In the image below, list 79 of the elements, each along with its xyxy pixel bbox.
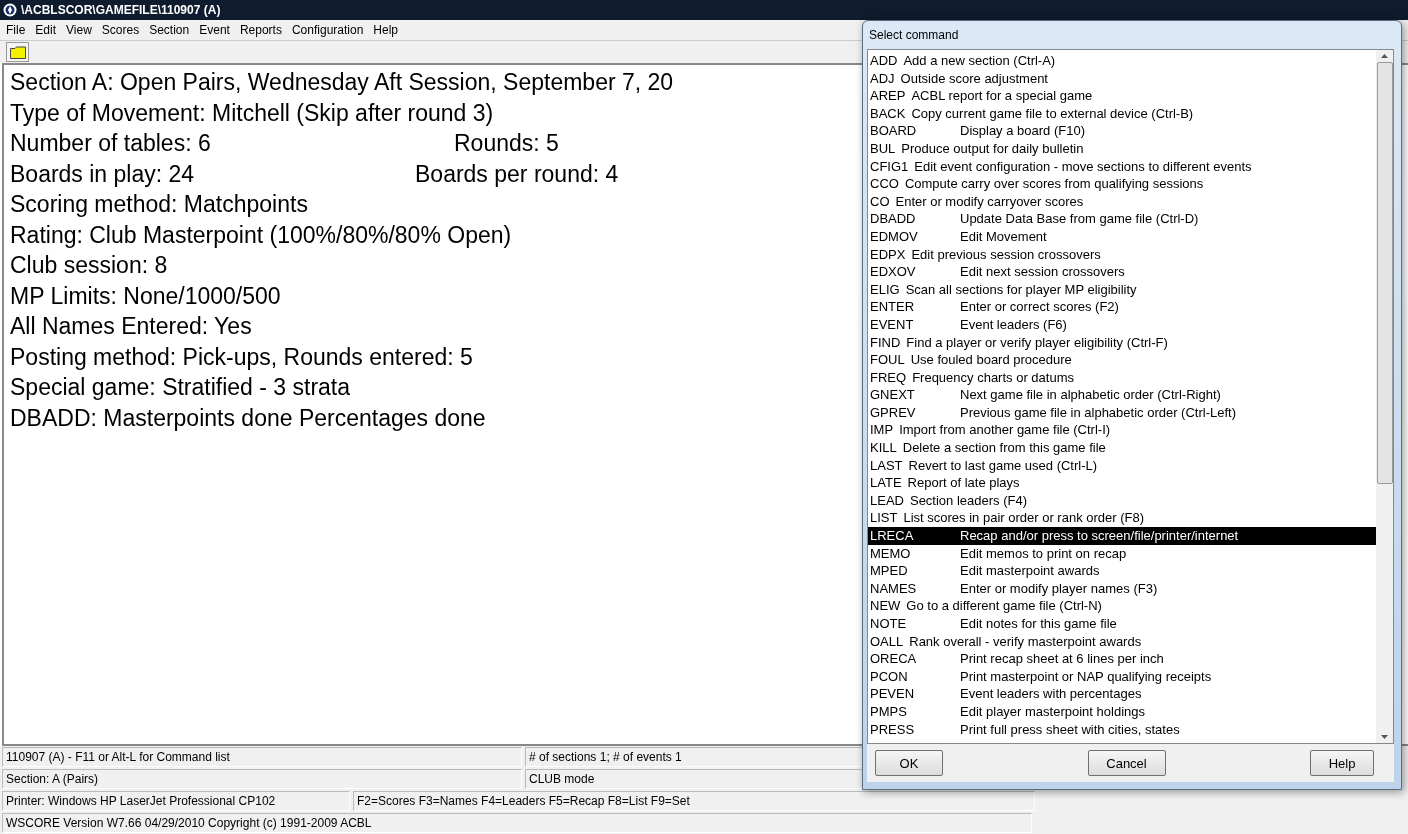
summary-text: DBADD: Masterpoints done Percentages done (10, 404, 486, 433)
command-item[interactable]: NAMES Enter or modify player names (F3) (868, 579, 1376, 598)
command-item[interactable]: NEW Go to a different game file (Ctrl-N) (868, 597, 1376, 615)
command-item[interactable]: LIST List scores in pair order or rank order (F8) (868, 509, 1376, 528)
dialog-button[interactable]: Help (1310, 750, 1374, 776)
command-item[interactable]: BACK Copy current game file to external device (Ctrl-B) (868, 104, 1376, 123)
menu-item[interactable]: Help (373, 23, 398, 37)
command-item[interactable]: CO Enter or modify carryover scores (868, 192, 1376, 211)
command-item[interactable]: IMP Import from another game file (Ctrl-I) (868, 421, 1376, 440)
command-item[interactable]: AREP ACBL report for a special game (868, 87, 1376, 105)
summary-text: Boards in play: 24 (10, 160, 196, 189)
command-item[interactable]: OALL Rank overall - verify masterpoint awards (868, 632, 1376, 651)
command-item[interactable]: ENTER Enter or correct scores (F2) (868, 298, 1376, 316)
command-item[interactable]: ORECA Print recap sheet at 6 lines per inch (868, 650, 1376, 668)
command-item[interactable]: GPREV Previous game file in alphabetic order (Ctrl-Left) (868, 403, 1376, 422)
summary-text: MP Limits: None/1000/500 (10, 282, 281, 311)
summary-text: Rating: Club Masterpoint (100%/80%/80% Open) (10, 221, 512, 250)
scroll-thumb[interactable] (1376, 62, 1393, 484)
summary-text: All Names Entered: Yes (10, 313, 252, 341)
command-item[interactable]: EDPX Edit previous session crossovers (868, 245, 1376, 264)
summary-text: Boards per round: 4 (415, 160, 619, 189)
menu-item[interactable]: Reports (239, 23, 282, 37)
command-item[interactable]: LEAD Section leaders (F4) (868, 491, 1376, 510)
command-item[interactable]: FREQ Frequency charts or datums (868, 368, 1376, 387)
summary-text: Club session: 8 (10, 252, 168, 280)
menu-item[interactable]: Edit (35, 23, 57, 37)
dialog-button[interactable]: OK (875, 750, 943, 776)
command-item[interactable]: FOUL Use fouled board procedure (868, 351, 1376, 369)
menu-item[interactable]: Event (199, 23, 230, 37)
summary-text: Scoring method: Matchpoints (10, 191, 308, 219)
command-item[interactable]: PRESS Print full press sheet with cities, states (868, 720, 1376, 739)
command-item[interactable]: ADJ Outside score adjustment (868, 69, 1376, 88)
summary-text: Special game: Stratified - 3 strata (10, 374, 351, 402)
dialog-title: Select command (869, 28, 959, 42)
command-item[interactable]: PMPS Edit player masterpoint holdings (868, 702, 1376, 721)
menu-item[interactable]: View (66, 23, 92, 37)
open-folder-button[interactable] (6, 42, 29, 62)
command-item[interactable]: KILL Delete a section from this game file (868, 439, 1376, 457)
scroll-up-icon[interactable] (1381, 54, 1388, 58)
command-item[interactable]: FIND Find a player or verify player eligibility (Ctrl-F) (868, 333, 1376, 352)
summary-text: Type of Movement: Mitchell (Skip after round 3) (10, 99, 494, 128)
scroll-down-icon[interactable] (1381, 735, 1388, 739)
command-item[interactable]: BUL Produce output for daily bulletin (868, 139, 1376, 158)
summary-text: Rounds: 5 (454, 130, 559, 158)
command-item[interactable]: GNEXT Next game file in alphabetic order (Ctrl-Right) (868, 386, 1376, 404)
folder-icon (9, 45, 26, 59)
status-field: F2=Scores F3=Names F4=Leaders F5=Recap F8=List F9=Set (353, 791, 1035, 811)
status-field: Printer: Windows HP LaserJet Professional CP102 (2, 791, 350, 811)
command-item[interactable]: CFIG1 Edit event configuration - move sections to different events (868, 157, 1376, 176)
menu-item[interactable]: File (6, 23, 26, 37)
command-item[interactable]: LAST Revert to last game used (Ctrl-L) (868, 456, 1376, 475)
summary-text: Section A: Open Pairs, Wednesday Aft Session, September 7, 20 (10, 69, 674, 97)
menu-item[interactable]: Section (149, 23, 190, 37)
command-item[interactable]: PCON Print masterpoint or NAP qualifying receipts (868, 667, 1376, 686)
command-item[interactable]: LATE Report of late plays (868, 474, 1376, 492)
status-field: WSCORE Version W7.66 04/29/2010 Copyright (c) 1991-2009 ACBL (2, 813, 1032, 833)
summary-text: Posting method: Pick-ups, Rounds entered: 5 (10, 343, 473, 372)
dialog-button[interactable]: Cancel (1087, 750, 1166, 776)
command-item[interactable]: EVENT Event leaders (F6) (868, 315, 1376, 334)
window-title: \ACBLSCOR\GAMEFILE\110907 (A) (21, 3, 221, 17)
command-item[interactable]: EDMOV Edit Movement (868, 227, 1376, 246)
menu-item[interactable]: Scores (101, 23, 140, 37)
command-item[interactable]: MEMO Edit memos to print on recap (868, 544, 1376, 563)
status-field: Section: A (Pairs) (2, 769, 522, 789)
command-item[interactable]: DBADD Update Data Base from game file (Ctrl-D) (868, 210, 1376, 228)
command-item[interactable]: CCO Compute carry over scores from qualifying sessions (868, 175, 1376, 193)
menu-item[interactable]: Configuration (291, 23, 364, 37)
command-item[interactable]: ADD Add a new section (Ctrl-A) (868, 52, 1376, 70)
command-item[interactable]: MPED Edit masterpoint awards (868, 562, 1376, 580)
command-item[interactable]: BOARD Display a board (F10) (868, 122, 1376, 140)
app-icon (3, 3, 17, 17)
status-field: 110907 (A) - F11 or Alt-L for Command list (2, 747, 522, 767)
command-item[interactable]: LRECA Recap and/or press to screen/file/printer/internet (868, 527, 1376, 545)
command-item[interactable]: ELIG Scan all sections for player MP eligibility (868, 280, 1376, 299)
command-item[interactable]: PEVEN Event leaders with percentages (868, 685, 1376, 703)
command-item[interactable]: EDXOV Edit next session crossovers (868, 263, 1376, 281)
scrollbar[interactable] (1376, 50, 1393, 743)
command-item[interactable]: NOTE Edit notes for this game file (868, 615, 1376, 633)
summary-text: Number of tables: 6 (10, 130, 212, 158)
